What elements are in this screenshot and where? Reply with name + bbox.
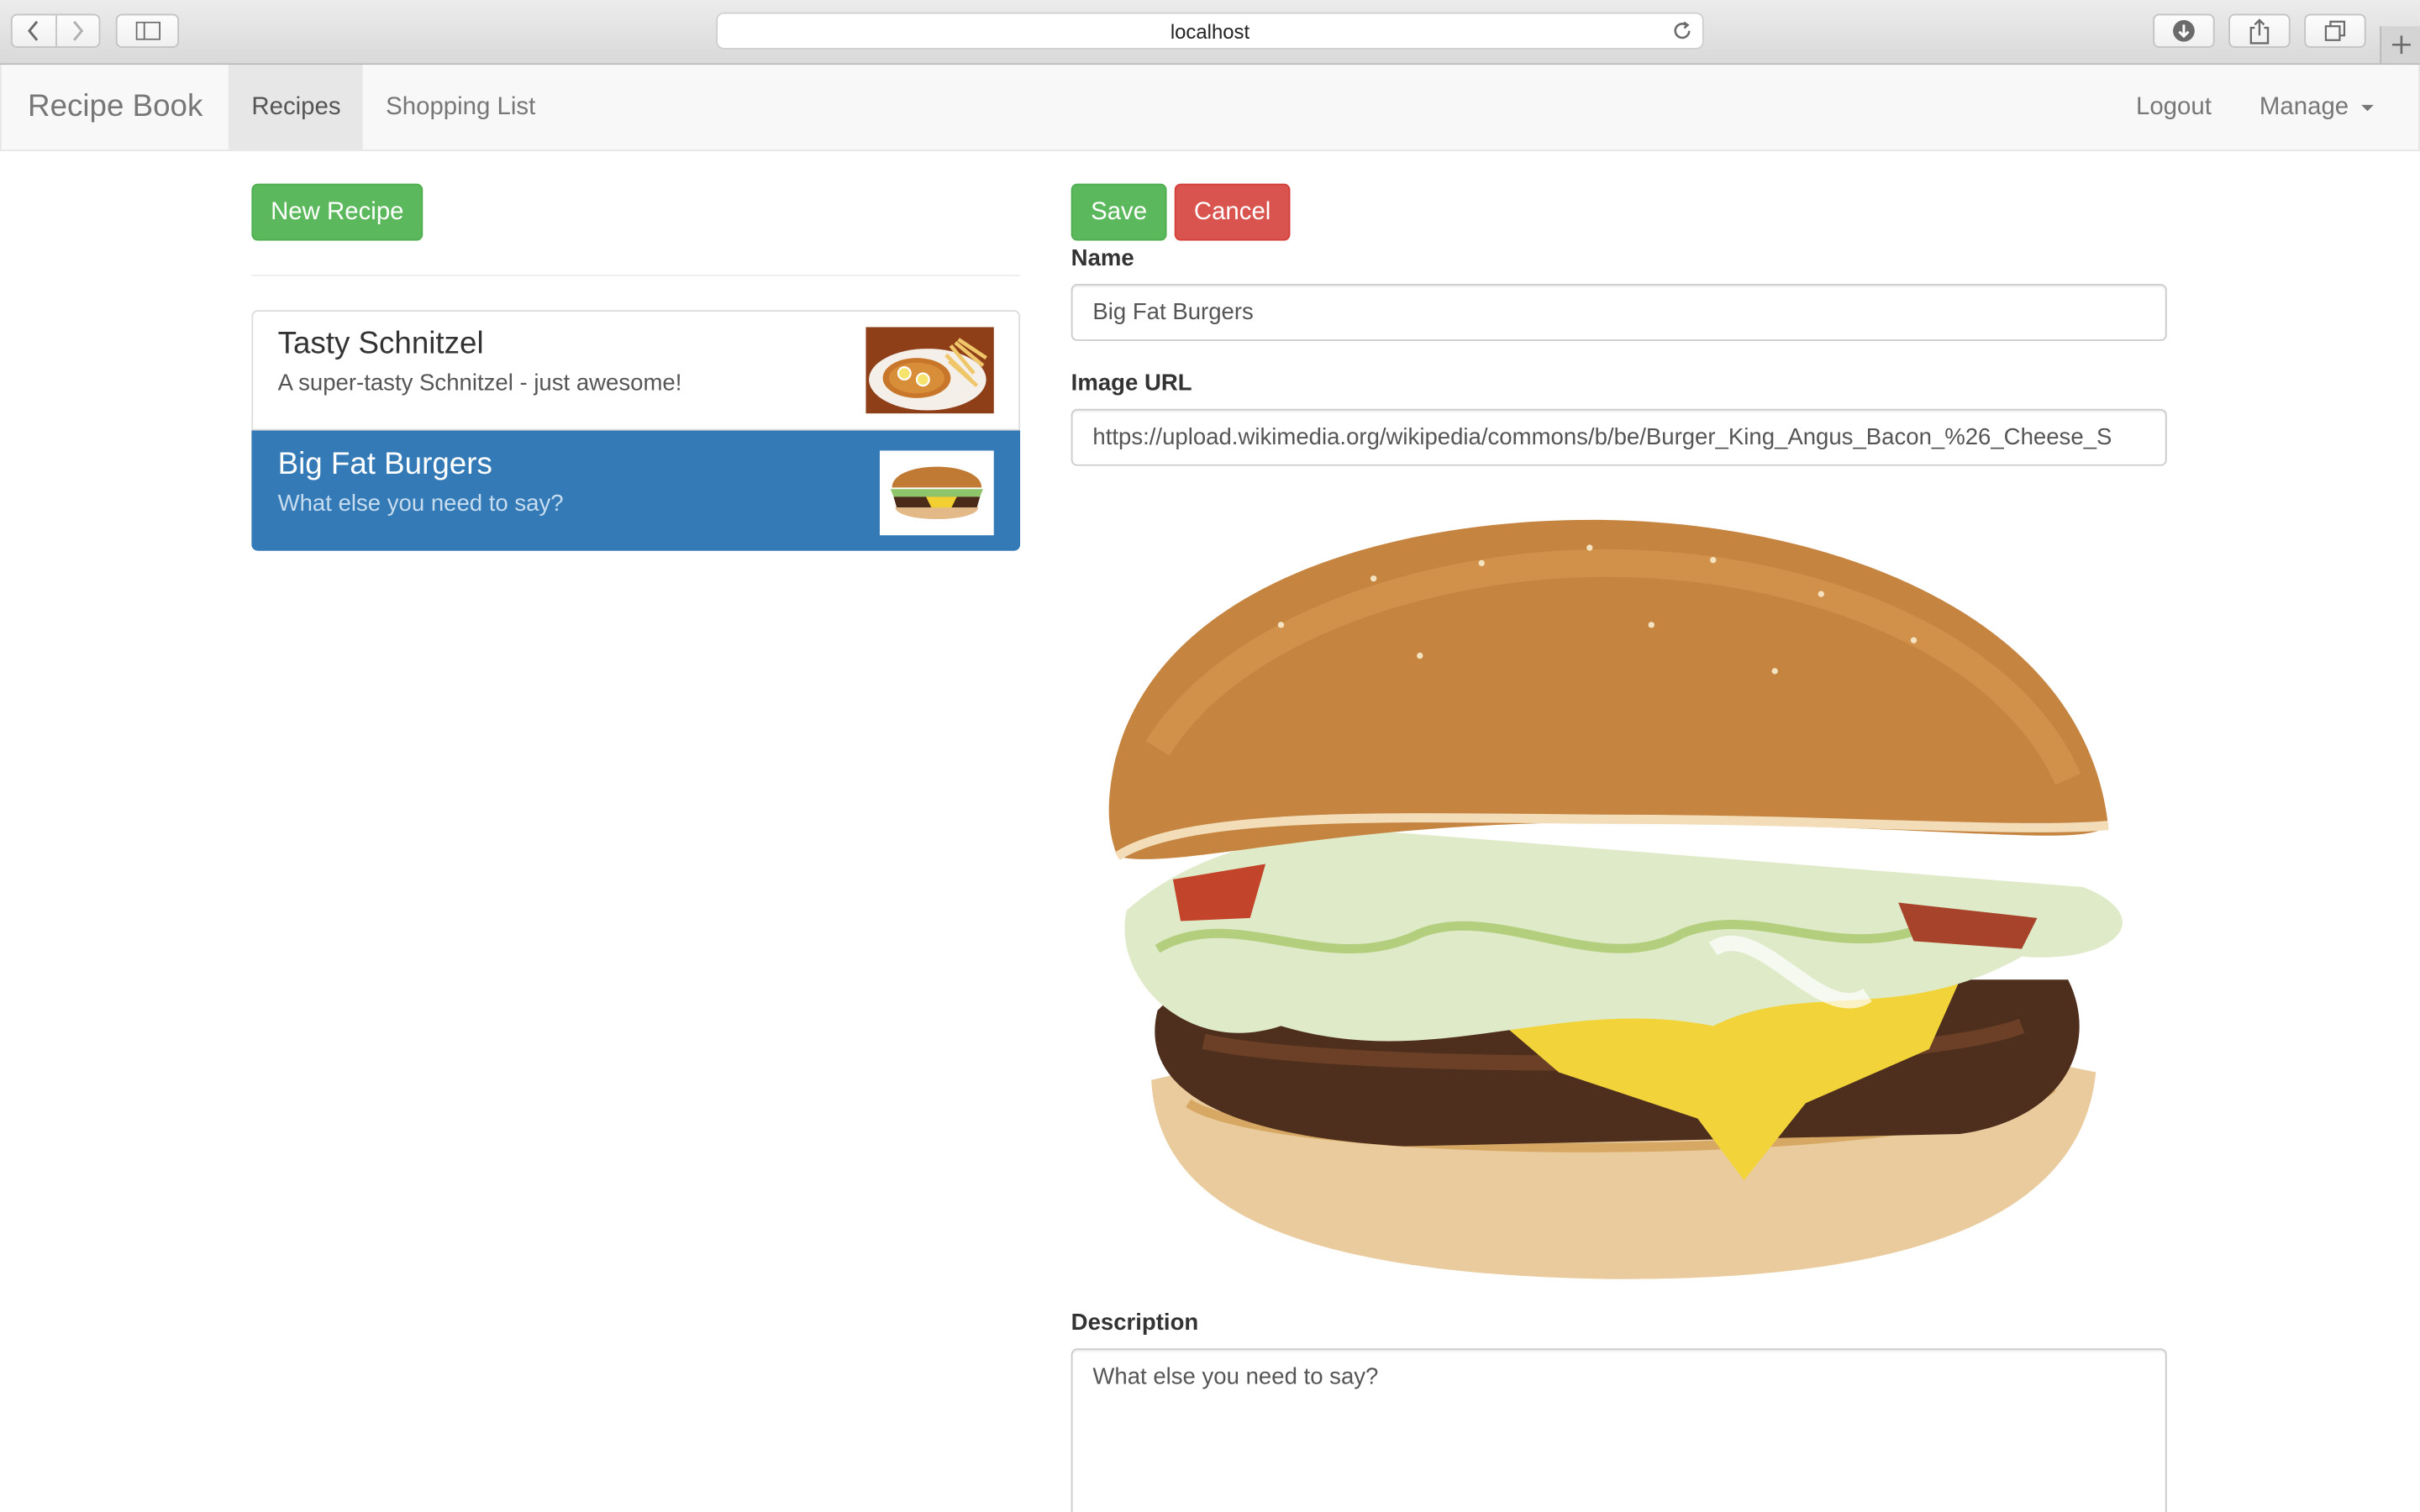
name-label: Name bbox=[1071, 245, 1134, 272]
browser-toolbar: localhost bbox=[0, 0, 2420, 66]
schnitzel-thumbnail bbox=[865, 327, 994, 421]
recipe-description: What else you need to say? bbox=[277, 491, 564, 517]
recipe-list-item[interactable]: Tasty Schnitzel A super-tasty Schnitzel … bbox=[251, 310, 1021, 431]
back-icon[interactable] bbox=[13, 15, 57, 47]
manage-dropdown[interactable]: Manage bbox=[2260, 65, 2374, 150]
url-text: localhost bbox=[1170, 18, 1250, 43]
download-icon[interactable] bbox=[2153, 13, 2215, 48]
nav-shopping-list[interactable]: Shopping List bbox=[363, 65, 535, 150]
sidebar-icon[interactable] bbox=[115, 13, 180, 48]
cancel-button[interactable]: Cancel bbox=[1174, 183, 1291, 241]
save-button[interactable]: Save bbox=[1071, 183, 1167, 241]
new-recipe-button[interactable]: New Recipe bbox=[251, 183, 424, 241]
description-label: Description bbox=[1071, 1310, 1199, 1336]
recipe-title: Big Fat Burgers bbox=[277, 447, 492, 482]
share-icon[interactable] bbox=[2228, 13, 2291, 48]
tabs-icon[interactable] bbox=[2304, 13, 2366, 48]
reload-icon[interactable] bbox=[1671, 20, 1693, 46]
app-window: localhost Recipe Book Recipes Shopping L… bbox=[0, 0, 2420, 1512]
image-url-label: Image URL bbox=[1071, 370, 1192, 397]
app-navbar: Recipe Book Recipes Shopping List Logout… bbox=[0, 65, 2420, 151]
description-textarea[interactable]: What else you need to say? bbox=[1071, 1348, 2167, 1512]
recipe-image-preview bbox=[1096, 517, 2145, 1288]
burger-thumbnail bbox=[879, 450, 994, 543]
name-input[interactable]: Big Fat Burgers bbox=[1071, 283, 2167, 341]
recipe-description: A super-tasty Schnitzel - just awesome! bbox=[277, 370, 682, 397]
caret-down-icon bbox=[2360, 103, 2374, 111]
manage-label: Manage bbox=[2259, 93, 2349, 120]
recipe-list-item-active[interactable]: Big Fat Burgers What else you need to sa… bbox=[251, 430, 1021, 551]
brand-link[interactable]: Recipe Book bbox=[28, 65, 203, 150]
new-tab-icon[interactable] bbox=[2380, 26, 2420, 64]
forward-icon[interactable] bbox=[56, 15, 99, 46]
recipe-title: Tasty Schnitzel bbox=[277, 327, 484, 361]
nav-logout[interactable]: Logout bbox=[2136, 65, 2212, 150]
history-buttons bbox=[10, 13, 101, 48]
divider bbox=[251, 274, 1021, 276]
nav-recipes[interactable]: Recipes bbox=[228, 65, 363, 150]
image-url-input[interactable]: https://upload.wikimedia.org/wikipedia/c… bbox=[1071, 408, 2167, 466]
address-bar[interactable]: localhost bbox=[716, 12, 1704, 50]
